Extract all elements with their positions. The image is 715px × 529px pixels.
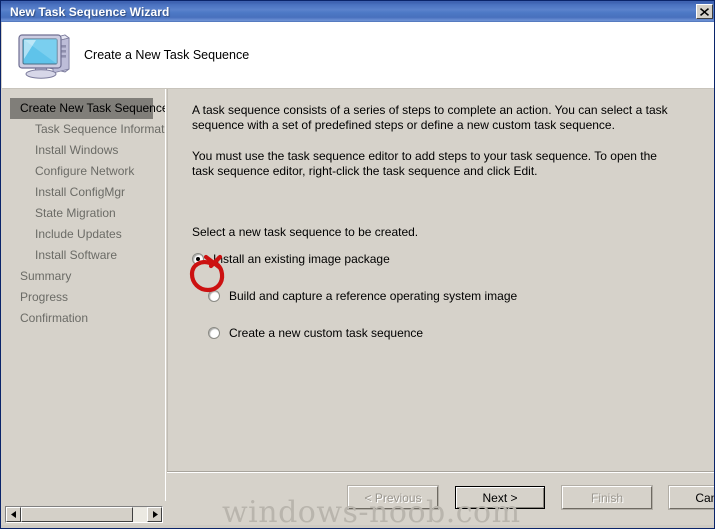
sidebar-item-install-software[interactable]: Install Software	[2, 245, 165, 266]
wizard-footer: < Previous Next > Finish Cancel	[167, 474, 714, 528]
radio-option-label: Create a new custom task sequence	[229, 326, 424, 340]
scrollbar-track[interactable]	[21, 507, 147, 522]
sidebar-item-progress[interactable]: Progress	[2, 287, 165, 308]
close-x-icon	[700, 7, 709, 16]
previous-button[interactable]: < Previous	[347, 485, 439, 510]
radio-option-label: Install an existing image package	[213, 252, 390, 266]
sidebar-item-include-updates[interactable]: Include Updates	[2, 224, 165, 245]
sidebar-item-create-new-task-sequence[interactable]: Create New Task Sequence	[10, 98, 165, 119]
radio-button-indicator[interactable]	[192, 253, 204, 265]
radio-button-indicator[interactable]	[208, 290, 220, 302]
sidebar-item-state-migration[interactable]: State Migration	[2, 203, 165, 224]
radio-option-label: Build and capture a reference operating …	[229, 289, 518, 303]
radio-option-build-and-capture-reference-image[interactable]: Build and capture a reference operating …	[208, 288, 691, 304]
radio-option-install-existing-image-package[interactable]: Install an existing image package	[192, 251, 691, 267]
wizard-content-pane: A task sequence consists of a series of …	[167, 89, 714, 471]
radio-button-indicator[interactable]	[208, 327, 220, 339]
finish-button[interactable]: Finish	[561, 485, 653, 510]
sidebar-item-task-sequence-information[interactable]: Task Sequence Information	[2, 119, 165, 140]
intro-paragraph-2: You must use the task sequence editor to…	[192, 149, 657, 178]
sidebar-item-configure-network[interactable]: Configure Network	[2, 161, 165, 182]
intro-paragraph-1: A task sequence consists of a series of …	[192, 103, 668, 132]
window-title: New Task Sequence Wizard	[10, 4, 170, 19]
title-bar: New Task Sequence Wizard	[1, 1, 714, 22]
selection-prompt: Select a new task sequence to be created…	[192, 225, 419, 239]
next-button[interactable]: Next >	[455, 486, 545, 509]
wizard-header: Create a New Task Sequence	[2, 22, 714, 89]
sidebar-item-summary[interactable]: Summary	[2, 266, 165, 287]
computer-monitor-tower-icon	[18, 34, 70, 79]
wizard-step-list: Create New Task Sequence Task Sequence I…	[2, 89, 166, 501]
header-title: Create a New Task Sequence	[84, 48, 250, 62]
cancel-button[interactable]: Cancel	[668, 485, 714, 510]
arrow-left-icon	[10, 511, 16, 518]
window-bottom-strip	[1, 525, 714, 528]
sidebar-item-install-windows[interactable]: Install Windows	[2, 140, 165, 161]
arrow-right-icon	[152, 511, 158, 518]
sidebar-item-install-configmgr[interactable]: Install ConfigMgr	[2, 182, 165, 203]
footer-button-group: < Previous Next > Finish Cancel	[347, 485, 714, 510]
sidebar-item-confirmation[interactable]: Confirmation	[2, 308, 165, 329]
radio-option-create-custom-task-sequence[interactable]: Create a new custom task sequence	[208, 325, 691, 341]
scroll-right-button[interactable]	[147, 507, 162, 522]
footer-separator	[167, 471, 714, 473]
sidebar-horizontal-scrollbar[interactable]	[5, 506, 163, 523]
wizard-window: New Task Sequence Wizard Create a New Ta…	[0, 0, 715, 529]
scroll-left-button[interactable]	[6, 507, 21, 522]
close-button[interactable]	[696, 4, 713, 19]
scrollbar-thumb[interactable]	[21, 507, 133, 522]
